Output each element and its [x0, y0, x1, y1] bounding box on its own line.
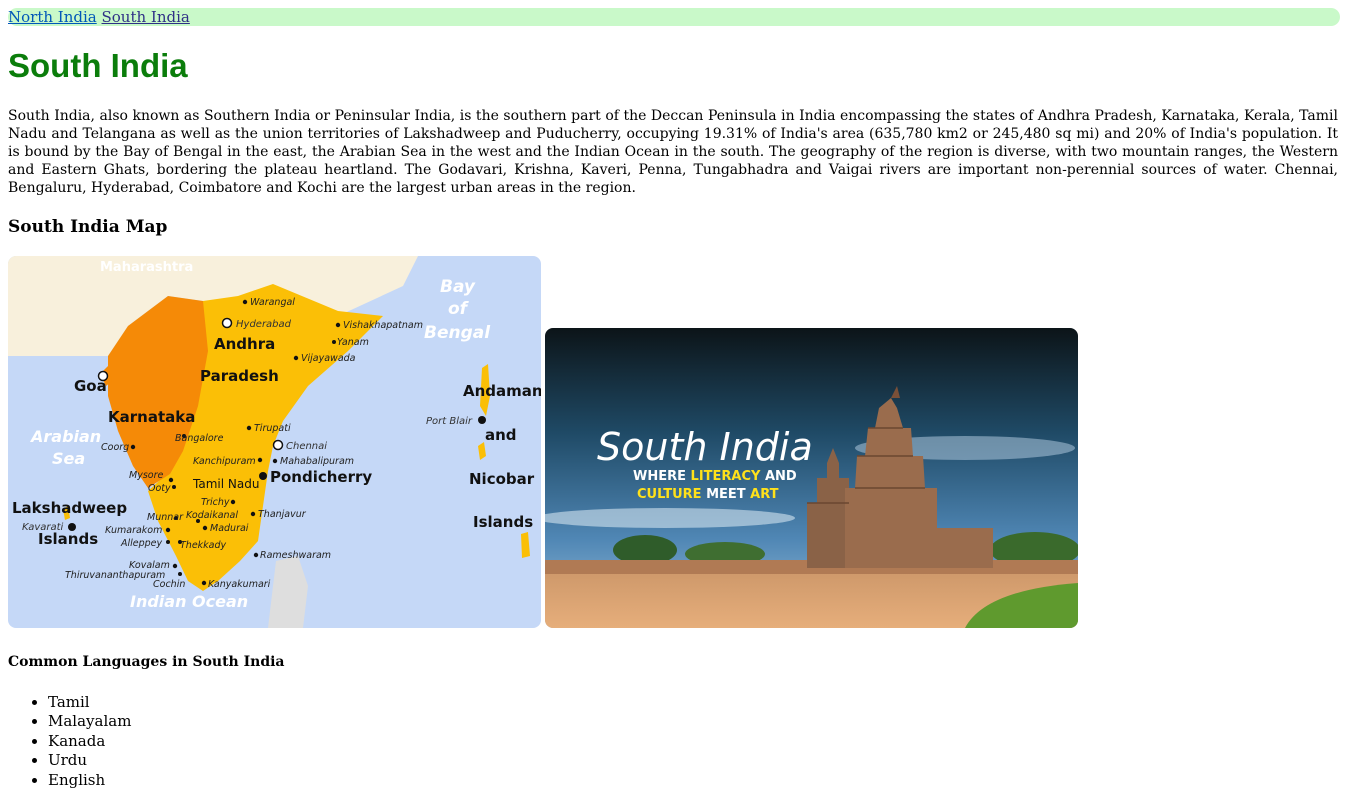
map-label-vijayawada: Vijayawada	[301, 353, 356, 364]
languages-list: Tamil Malayalam Kanada Urdu English	[8, 693, 131, 790]
map-label-and: and	[485, 426, 517, 444]
map-label-tamil-nadu: Tamil Nadu	[192, 477, 259, 491]
page-title: South India	[8, 47, 188, 84]
map-label-andaman: Andaman	[463, 382, 541, 400]
banner-tagline-line1: WHERE LITERACY AND	[633, 469, 797, 484]
map-label-coorg: Coorg	[101, 442, 129, 453]
map-label-chennai: Chennai	[286, 441, 327, 452]
map-label-bangalore: Bangalore	[175, 433, 224, 444]
map-label-rameshwaram: Rameshwaram	[260, 550, 331, 561]
map-label-thekkady: Thekkady	[180, 540, 227, 551]
map-label-bengal: Bengal	[424, 323, 491, 343]
map-label-kanyakumari: Kanyakumari	[208, 579, 271, 590]
map-label-of: of	[448, 299, 470, 319]
map-label-hyderabad: Hyderabad	[236, 319, 292, 330]
map-label-kanchipuram: Kanchipuram	[193, 456, 256, 467]
map-label-nicobar: Nicobar	[469, 470, 535, 488]
nav-link-north-india[interactable]: North India	[8, 8, 97, 26]
banner-script-title: South India	[597, 425, 813, 469]
south-india-banner-image: South India WHERE LITERACY AND CULTURE M…	[545, 328, 1078, 628]
map-label-thiruvananthapuram: Thiruvananthapuram	[65, 570, 165, 581]
language-item: English	[48, 771, 131, 790]
map-label-andhra: Andhra	[214, 335, 275, 353]
map-label-cochin: Cochin	[153, 579, 185, 590]
map-label-trichy: Trichy	[201, 497, 230, 508]
map-label-kavarati: Kavarati	[22, 522, 64, 533]
map-label-pondicherry: Pondicherry	[270, 468, 372, 486]
map-label-munnar: Munnar	[147, 512, 184, 523]
map-label-mahabalipuram: Mahabalipuram	[280, 456, 354, 467]
language-item: Tamil	[48, 693, 131, 712]
banner-tagline-line2: CULTURE MEET ART	[637, 487, 779, 502]
map-label-alleppey: Alleppey	[120, 538, 163, 549]
map-label-mysore: Mysore	[129, 470, 163, 481]
map-label-kumarakom: Kumarakom	[105, 525, 162, 536]
map-label-islands-east: Islands	[473, 513, 533, 531]
map-label-bay: Bay	[440, 277, 476, 297]
south-india-map-image: Maharashtra Bay of Bengal Arabian Sea In…	[8, 256, 541, 628]
map-label-ooty: Ooty	[148, 483, 171, 494]
map-label-warangal: Warangal	[250, 297, 295, 308]
map-label-indian-ocean: Indian Ocean	[130, 592, 248, 611]
map-label-madurai: Madurai	[210, 523, 249, 534]
map-label-karnataka: Karnataka	[108, 408, 195, 426]
language-item: Malayalam	[48, 712, 131, 731]
map-label-kodaikanal: Kodaikanal	[186, 510, 238, 521]
nav-link-south-india[interactable]: South India	[102, 8, 190, 26]
map-label-sea: Sea	[52, 449, 85, 468]
map-label-yanam: Yanam	[337, 337, 369, 348]
map-heading: South India Map	[8, 217, 168, 237]
language-item: Kanada	[48, 732, 131, 751]
map-label-port-blair: Port Blair	[426, 416, 473, 427]
languages-heading: Common Languages in South India	[8, 654, 285, 670]
map-label-lakshadweep: Lakshadweep	[12, 499, 127, 517]
map-label-paradesh: Paradesh	[200, 367, 279, 385]
map-label-thanjavur: Thanjavur	[258, 509, 307, 520]
map-label-arabian: Arabian	[29, 427, 101, 446]
intro-paragraph: South India, also known as Southern Indi…	[8, 108, 1338, 196]
top-nav: North India South India	[8, 8, 1340, 26]
language-item: Urdu	[48, 751, 131, 770]
map-label-tirupati: Tirupati	[254, 423, 291, 434]
map-label-maharashtra: Maharashtra	[100, 260, 193, 275]
map-label-vishakhapatnam: Vishakhapatnam	[343, 320, 423, 331]
